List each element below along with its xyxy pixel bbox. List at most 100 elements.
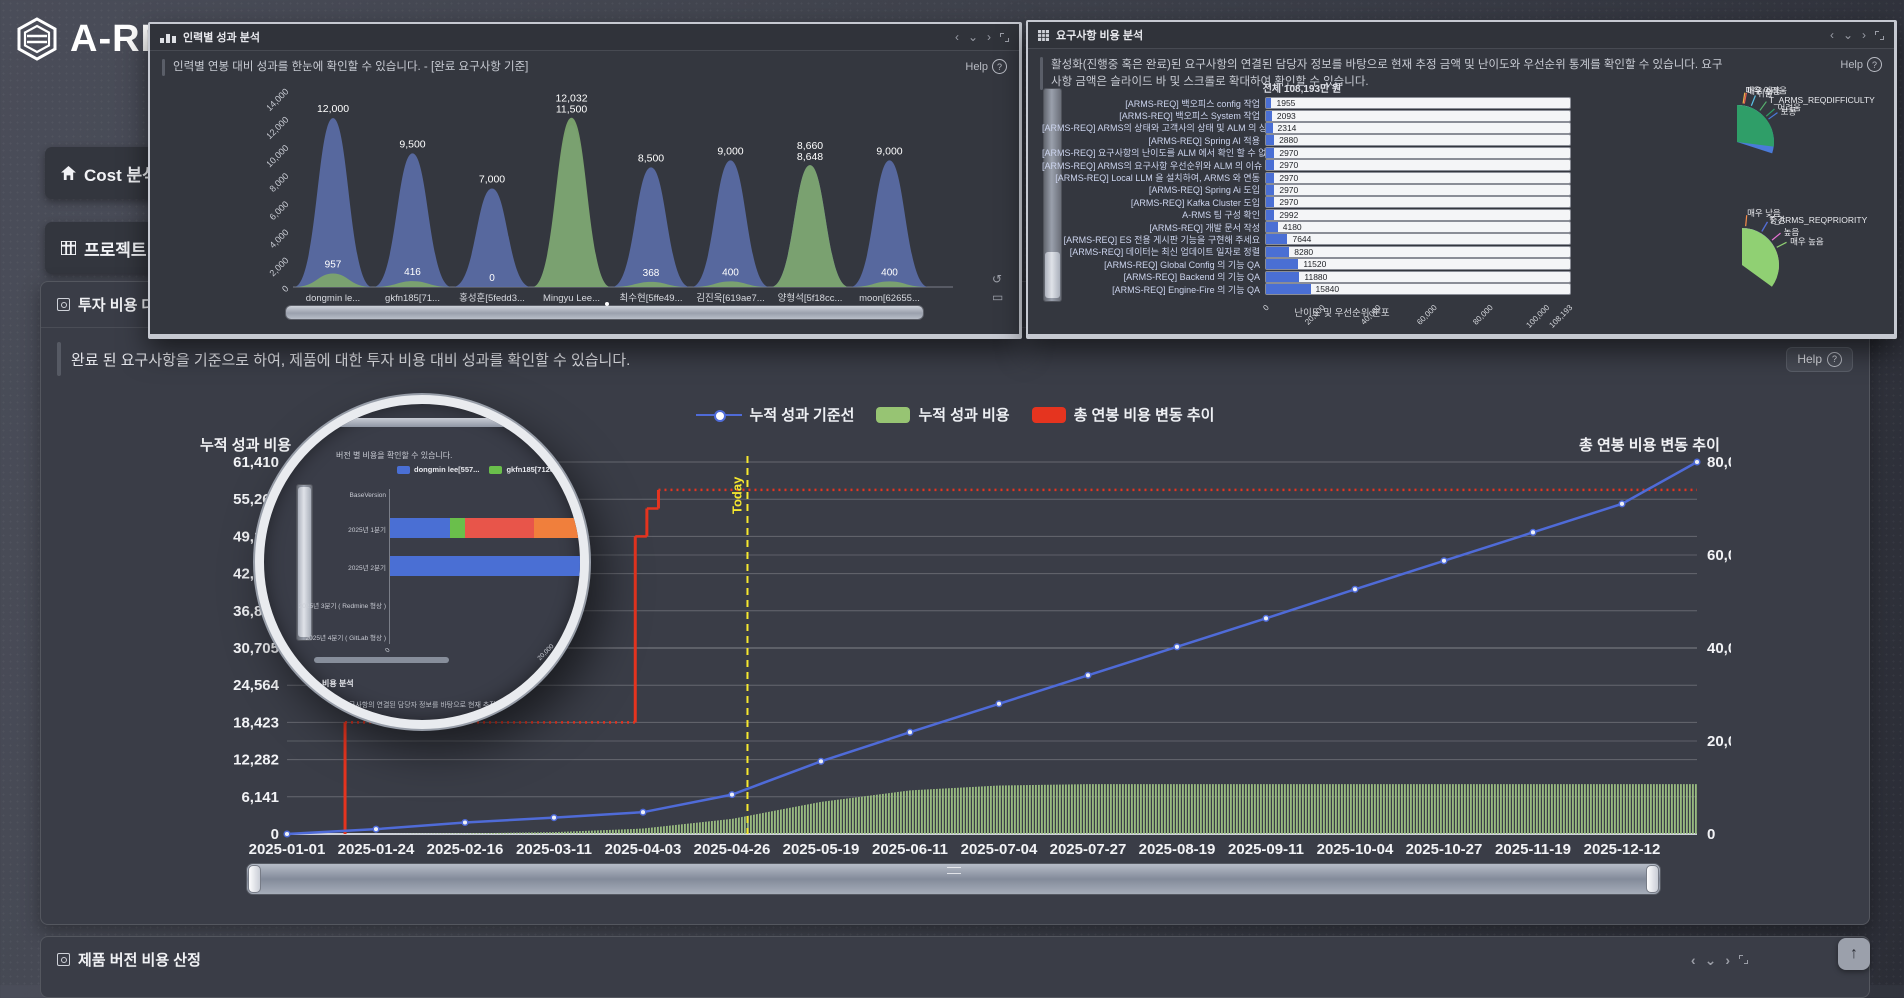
req-panel-header: 요구사항 비용 분석 ‹ ⌄ ›: [1028, 22, 1894, 49]
version-panel-controls: ‹ ⌄ ›: [1691, 953, 1748, 967]
date-tick: 2025-01-01: [249, 841, 326, 858]
req-bar-track[interactable]: 7644: [1265, 233, 1571, 245]
left-axis-tick: 12,282: [233, 752, 279, 769]
fullscreen-icon[interactable]: [1875, 31, 1884, 40]
mini-scrollbar: [334, 418, 519, 427]
req-bar-track[interactable]: 2093: [1265, 110, 1571, 122]
scroll-to-top-button[interactable]: ↑: [1838, 938, 1870, 970]
bell-x-label: gkfn185[71...: [385, 293, 440, 304]
req-bar-track[interactable]: 2970: [1265, 159, 1571, 171]
req-bar-track[interactable]: 2970: [1265, 172, 1571, 184]
req-bar-track[interactable]: 2992: [1265, 209, 1571, 221]
bell-y-tick: 8,000: [268, 171, 291, 194]
mini-bar-segment: [390, 556, 589, 576]
req-bar-track[interactable]: 4180: [1265, 221, 1571, 233]
legend-item-baseline: 누적 성과 기준선: [696, 404, 855, 425]
bell-x-label: Mingyu Lee...: [543, 293, 600, 304]
req-bar-value: 2970: [1279, 185, 1298, 195]
req-bar-track[interactable]: 2970: [1265, 184, 1571, 196]
pie-slice[interactable]: [1742, 228, 1779, 287]
chevron-left-icon[interactable]: ‹: [955, 31, 959, 43]
req-bar-label: [ARMS-REQ] 개발 문서 작성: [1042, 221, 1265, 234]
home-icon: [61, 166, 76, 180]
date-tick: 2025-08-19: [1139, 841, 1216, 858]
investment-panel-title: 투자 비용 대: [78, 294, 155, 315]
req-bar-track[interactable]: 2970: [1265, 147, 1571, 159]
slider-grip: [947, 867, 961, 874]
req-bar-fill: [1266, 185, 1274, 195]
right-axis-tick: 80,000: [1707, 454, 1731, 471]
req-bar-value: 2970: [1279, 173, 1298, 183]
req-bar-fill: [1266, 210, 1274, 220]
bell-peak-label: 9,000: [876, 145, 902, 157]
baseline-marker: [462, 820, 468, 826]
baseline-marker: [551, 815, 557, 821]
reset-zoom-icon[interactable]: ↺: [992, 272, 1002, 286]
chevron-down-icon[interactable]: ⌄: [1843, 29, 1853, 41]
req-bar-track[interactable]: 8280: [1265, 246, 1571, 258]
mini-legend: dongmin lee[557...gkfn185[712020...홍성훈[5…: [397, 464, 589, 475]
req-bar-track[interactable]: 1955: [1265, 97, 1571, 109]
mini-stacked-bar-2: [390, 556, 589, 576]
chevron-down-icon[interactable]: ⌄: [968, 31, 978, 43]
req-x-tick: 60,000: [1415, 303, 1439, 327]
right-axis-tick: 60,000: [1707, 547, 1731, 564]
chevron-right-icon[interactable]: ›: [987, 31, 991, 43]
req-bar-label: [ARMS-REQ] 데이터는 최신 업데이트 일자로 정렬: [1042, 245, 1265, 258]
slider-right-handle[interactable]: [1646, 865, 1659, 893]
right-axis-title: 총 연봉 비용 변동 추이: [1579, 434, 1720, 455]
grid-icon: [1038, 30, 1049, 41]
fullscreen-icon[interactable]: [1000, 33, 1009, 42]
pie-slice[interactable]: [1737, 105, 1774, 147]
chevron-down-icon[interactable]: ⌄: [1705, 953, 1717, 967]
slider-left-handle[interactable]: [248, 865, 261, 893]
help-button[interactable]: Help ?: [1786, 347, 1853, 372]
req-bar-row: [ARMS-REQ] ARMS의 상태와 고객사의 상태 및 ALM 의 상태를…: [1042, 122, 1582, 134]
date-tick: 2025-04-03: [605, 841, 682, 858]
req-x-tick: 0: [1261, 303, 1271, 313]
req-bar-list: [ARMS-REQ] 백오피스 config 작업1955[ARMS-REQ] …: [1042, 97, 1582, 295]
chevron-right-icon[interactable]: ›: [1862, 29, 1866, 41]
box-select-icon[interactable]: ▭: [992, 290, 1003, 304]
magnifier-overlay[interactable]: 버전 별 비용을 확인할 수 있습니다. dongmin lee[557...g…: [255, 395, 589, 729]
req-bar-fill: [1266, 98, 1271, 108]
left-axis-tick: 6,141: [241, 789, 279, 806]
help-link[interactable]: Help ?: [965, 59, 1007, 74]
chart-range-slider[interactable]: [246, 863, 1661, 895]
req-bar-track[interactable]: 2880: [1265, 134, 1571, 146]
chevron-left-icon[interactable]: ‹: [1830, 29, 1834, 41]
req-bar-track[interactable]: 2314: [1265, 122, 1571, 134]
accent-bar: [57, 342, 61, 376]
req-panel-controls: ‹ ⌄ ›: [1830, 29, 1884, 41]
baseline-marker: [818, 759, 824, 765]
req-bar-track[interactable]: 15840: [1265, 283, 1571, 295]
dashboard: A-RMS Analysis C Cost 분석 프로젝트 비 투자 비용 대 …: [0, 0, 1904, 985]
bell-y-tick: 0: [280, 283, 291, 294]
fullscreen-icon[interactable]: [1739, 955, 1748, 964]
date-tick: 2025-10-27: [1406, 841, 1483, 858]
req-bar-fill: [1266, 247, 1289, 257]
date-tick: 2025-06-11: [872, 841, 948, 858]
req-bar-label: [ARMS-REQ] 백오피스 System 작업: [1042, 109, 1265, 122]
chart-icon: [160, 32, 176, 43]
chevron-left-icon[interactable]: ‹: [1691, 953, 1696, 967]
investment-description: 완료 된 요구사항을 기준으로 하여, 제품에 대한 투자 비용 대비 성과를 …: [71, 349, 630, 370]
perf-cost-area: [287, 784, 1697, 834]
req-bar-value: 8280: [1294, 247, 1313, 257]
legend-item-salary-trend: 총 연봉 비용 변동 추이: [1032, 404, 1215, 425]
bell-peak-label: 12,000: [317, 103, 349, 115]
people-chart-scrollbar[interactable]: [285, 305, 924, 320]
req-bar-label: [ARMS-REQ] Spring Ai 도입: [1042, 183, 1265, 196]
req-bar-label: [ARMS-REQ] Kafka Cluster 도입: [1042, 196, 1265, 209]
req-bar-track[interactable]: 2970: [1265, 196, 1571, 208]
mini-x-tick-0: 0: [384, 647, 392, 655]
req-bar-row: [ARMS-REQ] ES 전용 게시판 기능을 구현해 주세요7644: [1042, 233, 1582, 245]
bell-x-label: 양형석[5f18cc...: [778, 293, 843, 304]
req-bar-value: 15840: [1316, 284, 1340, 294]
performance-bell: [533, 118, 611, 287]
panel-people-performance: 인력별 성과 분석 ‹ ⌄ › 인력별 연봉 대비 성과를 한눈에 확인할 수 …: [148, 22, 1022, 339]
chevron-right-icon[interactable]: ›: [1725, 953, 1730, 967]
req-bar-track[interactable]: 11880: [1265, 271, 1571, 283]
req-bar-track[interactable]: 11520: [1265, 258, 1571, 270]
req-bar-fill: [1266, 135, 1274, 145]
